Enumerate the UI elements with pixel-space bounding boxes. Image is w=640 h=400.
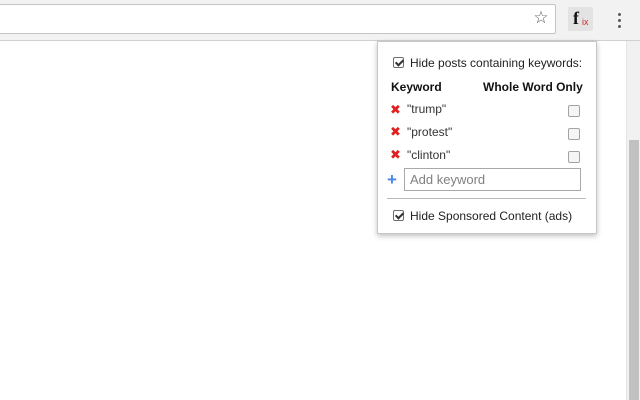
hide-keywords-label: Hide posts containing keywords: xyxy=(410,56,583,70)
keyword-text: "protest" xyxy=(407,125,453,139)
bookmark-star-icon[interactable]: ☆ xyxy=(531,8,551,28)
divider xyxy=(387,198,586,199)
browser-menu-icon[interactable] xyxy=(609,9,629,31)
hide-sponsored-label: Hide Sponsored Content (ads) xyxy=(410,209,573,223)
extension-logo-ix: ix xyxy=(582,17,589,27)
fix-extension-icon[interactable]: f ix xyxy=(568,7,593,31)
whole-word-checkbox[interactable] xyxy=(568,128,580,140)
page-scrollbar[interactable] xyxy=(626,41,640,400)
browser-toolbar: ☆ f ix xyxy=(0,0,640,41)
add-keyword-plus-icon[interactable]: + xyxy=(387,171,397,188)
scrollbar-thumb[interactable] xyxy=(629,140,639,400)
add-keyword-input[interactable] xyxy=(404,168,581,191)
extension-popup: Hide posts containing keywords: Keyword … xyxy=(377,41,597,234)
menu-dot xyxy=(617,12,621,16)
menu-dot xyxy=(617,18,621,22)
keyword-text: "clinton" xyxy=(407,148,451,162)
remove-keyword-icon[interactable]: ✖ xyxy=(390,148,401,162)
address-bar[interactable] xyxy=(0,4,556,34)
whole-word-checkbox[interactable] xyxy=(568,105,580,117)
remove-keyword-icon[interactable]: ✖ xyxy=(390,125,401,139)
whole-word-checkbox[interactable] xyxy=(568,151,580,163)
whole-word-column-header: Whole Word Only xyxy=(483,80,583,94)
hide-keywords-checkbox[interactable] xyxy=(393,57,404,68)
keyword-text: "trump" xyxy=(407,102,447,116)
extension-logo-f: f xyxy=(573,8,579,28)
keyword-column-header: Keyword xyxy=(391,80,442,94)
remove-keyword-icon[interactable]: ✖ xyxy=(390,103,401,117)
hide-sponsored-checkbox[interactable] xyxy=(393,210,404,221)
menu-dot xyxy=(617,24,621,28)
